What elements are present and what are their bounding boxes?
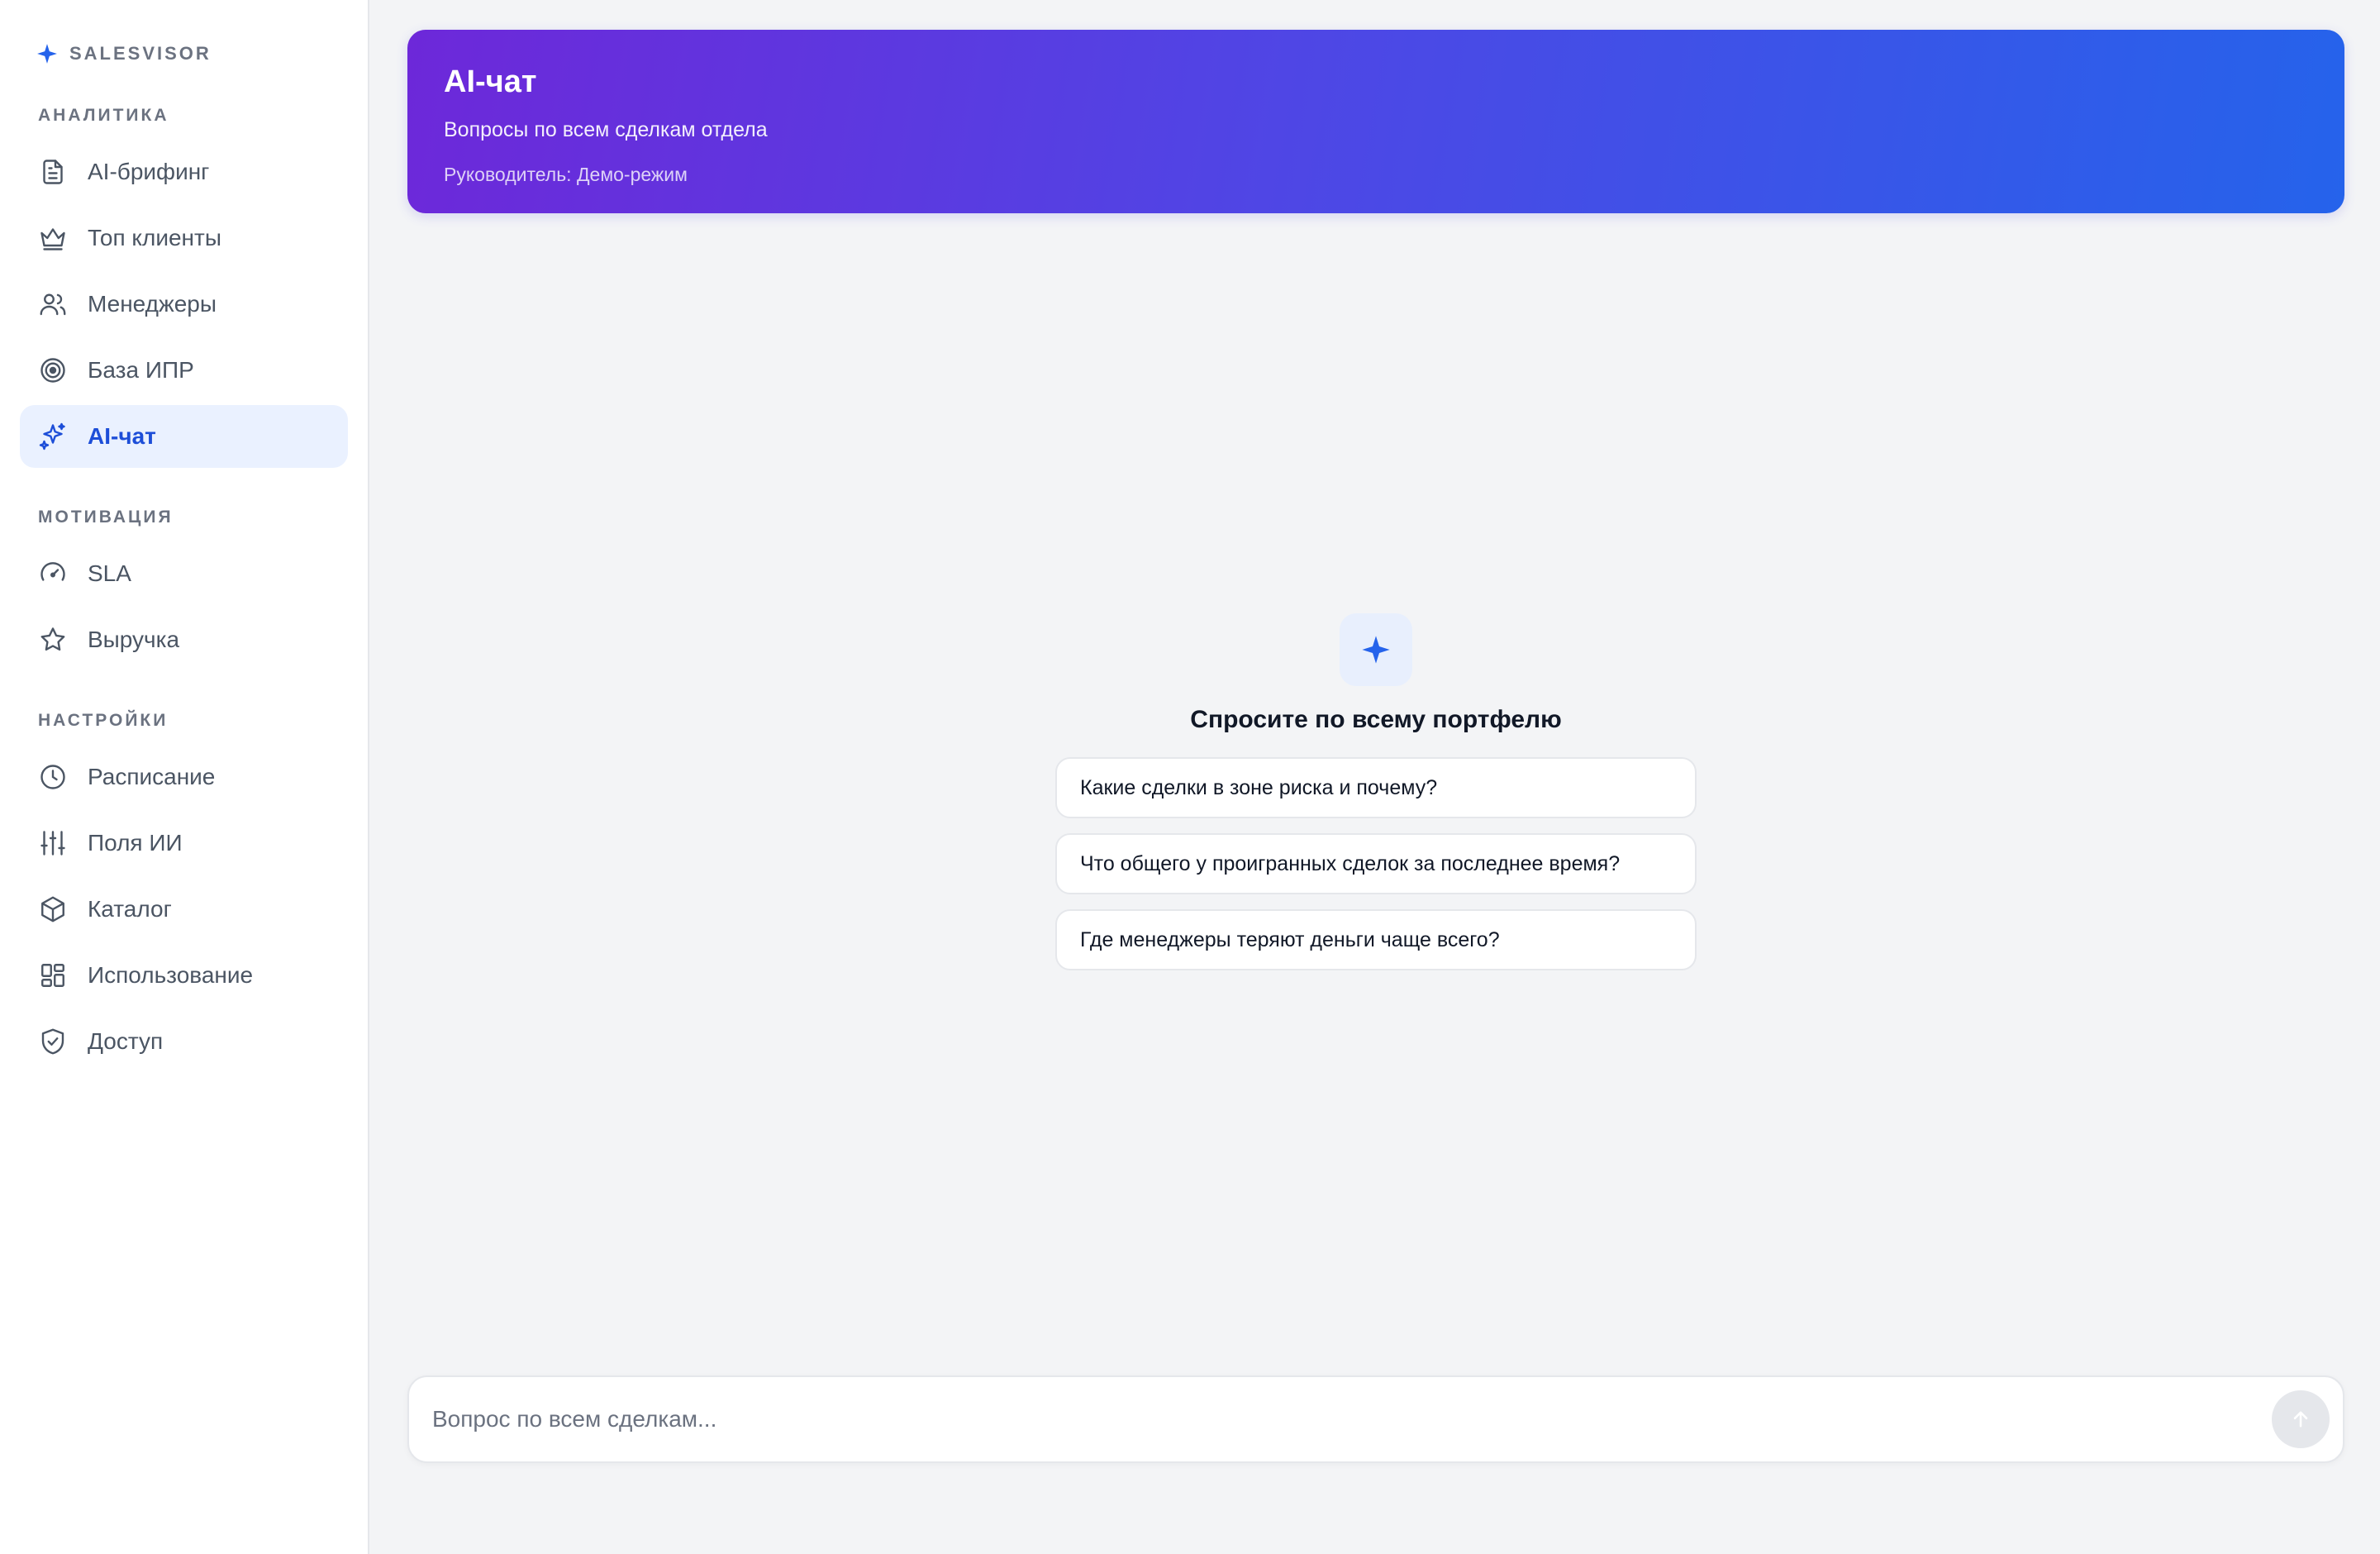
suggestion-chip[interactable]: Что общего у проигранных сделок за после… <box>1055 833 1697 894</box>
sidebar-item-schedule[interactable]: Расписание <box>20 746 348 808</box>
chat-composer <box>407 1375 2344 1463</box>
page-title: AI-чат <box>444 64 537 99</box>
suggestion-chip[interactable]: Какие сделки в зоне риска и почему? <box>1055 757 1697 818</box>
sidebar-item-managers[interactable]: Менеджеры <box>20 273 348 336</box>
sidebar-item-access[interactable]: Доступ <box>20 1010 348 1073</box>
sidebar-item-label: SLA <box>88 560 131 586</box>
send-button[interactable] <box>2272 1390 2330 1448</box>
sidebar-item-label: AI-брифинг <box>88 159 210 184</box>
sidebar-item-sla[interactable]: SLA <box>20 542 348 605</box>
empty-state: Спросите по всему портфелю Какие сделки … <box>407 613 2344 970</box>
sidebar-item-label: Топ клиенты <box>88 225 221 250</box>
empty-state-icon-box <box>1340 613 1412 686</box>
clock-icon <box>40 765 65 789</box>
app-root: SALESVISOR АНАЛИТИКА AI-брифинг Топ клие… <box>0 0 2380 1554</box>
target-icon <box>40 358 65 383</box>
suggestion-list: Какие сделки в зоне риска и почему? Что … <box>1055 757 1697 970</box>
page-meta: Руководитель: Демо-режим <box>444 164 688 185</box>
arrow-up-icon <box>2293 1411 2308 1428</box>
sidebar-item-catalog[interactable]: Каталог <box>20 878 348 941</box>
document-icon <box>43 160 63 184</box>
sidebar-item-label: Использование <box>88 962 254 988</box>
crown-icon <box>40 228 65 250</box>
brand-sparkle-icon <box>37 44 57 64</box>
sidebar-item-ipr-base[interactable]: База ИПР <box>20 339 348 402</box>
sparkles-icon <box>39 422 65 450</box>
empty-state-title: Спросите по всему портфелю <box>1190 706 1562 733</box>
gauge-icon <box>40 562 65 581</box>
box-icon <box>41 896 64 922</box>
sidebar-item-label: Доступ <box>88 1028 164 1054</box>
sparkle-icon <box>1362 636 1390 664</box>
brand[interactable]: SALESVISOR <box>20 41 348 66</box>
sidebar-item-label: База ИПР <box>88 357 194 383</box>
section-title-motivation: МОТИВАЦИЯ <box>38 508 174 527</box>
star-icon <box>40 627 65 651</box>
sidebar-item-ai-fields[interactable]: Поля ИИ <box>20 812 348 875</box>
sidebar-item-ai-briefing[interactable]: AI-брифинг <box>20 141 348 203</box>
shield-check-icon <box>41 1028 64 1055</box>
page-subtitle: Вопросы по всем сделкам отдела <box>444 118 768 141</box>
sidebar-item-revenue[interactable]: Выручка <box>20 608 348 671</box>
sidebar-item-label: Каталог <box>88 896 172 922</box>
page-header: AI-чат Вопросы по всем сделкам отдела Ру… <box>407 30 2344 213</box>
sidebar-item-label: AI-чат <box>88 423 156 449</box>
sidebar-item-label: Менеджеры <box>88 291 217 317</box>
main-content: AI-чат Вопросы по всем сделкам отдела Ру… <box>369 0 2380 1554</box>
sidebar-item-top-clients[interactable]: Топ клиенты <box>20 207 348 269</box>
brand-name: SALESVISOR <box>69 43 212 64</box>
sidebar-item-usage[interactable]: Использование <box>20 944 348 1007</box>
sidebar: SALESVISOR АНАЛИТИКА AI-брифинг Топ клие… <box>0 0 369 1554</box>
sidebar-item-ai-chat[interactable]: AI-чат <box>20 405 348 468</box>
grid-icon <box>41 964 64 987</box>
suggestion-chip[interactable]: Где менеджеры теряют деньги чаще всего? <box>1055 909 1697 970</box>
sidebar-item-label: Выручка <box>88 627 180 652</box>
sidebar-item-label: Поля ИИ <box>88 830 183 856</box>
section-title-analytics: АНАЛИТИКА <box>38 106 169 125</box>
sidebar-item-label: Расписание <box>88 764 216 789</box>
chat-input[interactable] <box>432 1406 2272 1432</box>
users-icon <box>40 293 66 316</box>
sliders-icon <box>40 831 65 856</box>
section-title-settings: НАСТРОЙКИ <box>38 711 169 730</box>
